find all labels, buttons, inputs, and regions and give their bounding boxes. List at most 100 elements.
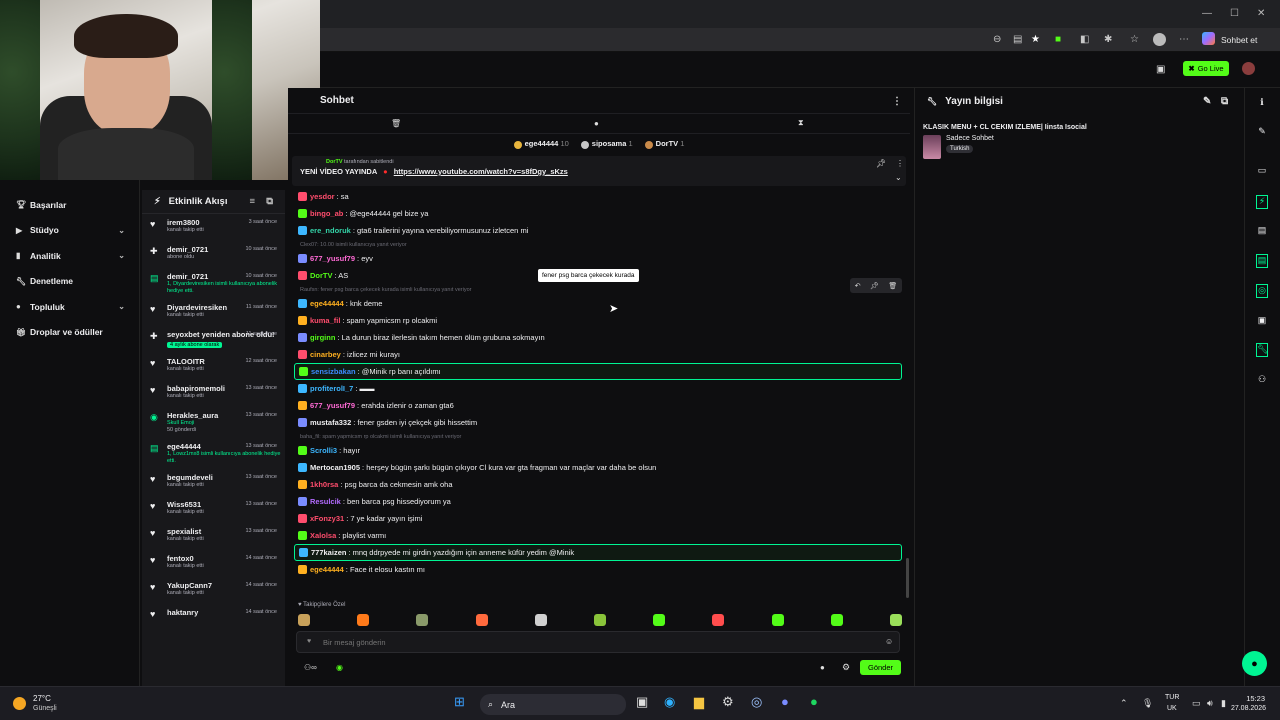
feed-item[interactable]: ◉ Herakles_aura Skull Emoji 50 gönderdi 13 s…	[142, 407, 285, 438]
screen-icon[interactable]: ▭	[1256, 165, 1268, 176]
chat-message[interactable]: Scrolli3: hayır	[288, 442, 910, 459]
bookmark-star-icon[interactable]: ★	[1031, 34, 1040, 45]
feed-item[interactable]: ▤ ege44444 1, Lowz1mx8 isimli kullanıcıya …	[142, 438, 285, 469]
emote[interactable]	[475, 614, 488, 626]
chat-message[interactable]: 677_yusuf79: eyv	[288, 250, 910, 267]
steam-icon[interactable]: ◎	[751, 694, 762, 710]
chat-message[interactable]: cinarbey: izlicez mi kurayı	[288, 346, 910, 363]
emote-picker-icon[interactable]: ♥	[307, 638, 311, 645]
lang-tur[interactable]: TUR	[1165, 694, 1179, 701]
nav-item-denetleme[interactable]: 🔧︎ Denetleme	[0, 269, 139, 295]
nav-item-analitik[interactable]: ▮ Analitik ⌄	[0, 243, 139, 269]
feed-item[interactable]: ▤ demir_0721 1, Diyardeviresiken isimli ku…	[142, 268, 285, 299]
emote[interactable]	[771, 614, 784, 626]
feed-item[interactable]: ♥ YakupCann7 kanalı takip etti 14 saat önce	[142, 577, 285, 604]
feed-item[interactable]: ♥ irem3800 kanalı takip etti 3 saat önce	[142, 214, 285, 241]
chat-input[interactable]	[323, 635, 863, 649]
chat-message[interactable]: 1kh0rsa: psg barca da cekmesin amk oha	[288, 476, 910, 493]
volume-icon[interactable]: 🔊︎	[1207, 698, 1213, 709]
support-chat-icon[interactable]: ●	[1242, 651, 1267, 676]
popout-icon[interactable]: ⧉	[266, 196, 273, 207]
chat-message[interactable]: mustafa332: fener gsden iyi çekçek gibi …	[288, 414, 910, 431]
chat-icon[interactable]: ●	[820, 663, 825, 672]
sohbet-et-button[interactable]: Sohbet et	[1221, 35, 1257, 45]
kick-coin-icon[interactable]: ◉	[336, 663, 343, 672]
feed-item[interactable]: ♥ babapiromemoli kanalı takip etti 13 saat …	[142, 380, 285, 407]
chat-message[interactable]: yesdor: sa	[288, 188, 910, 205]
feed-item[interactable]: ✚ seyoxbet yeniden abone oldu! 4 aylık abo…	[142, 326, 285, 353]
chat-message[interactable]: Resulcik: ben barca psg hissediyorum ya	[288, 493, 910, 510]
info-icon[interactable]: ℹ	[1256, 97, 1268, 108]
emoji-icon[interactable]: ☺	[885, 637, 893, 646]
chat-message[interactable]: Xalolsa: playlist varmı	[288, 527, 910, 544]
extension-icon[interactable]: ◧	[1080, 34, 1089, 45]
nav-item-studyo[interactable]: ▶ Stüdyo ⌄	[0, 218, 139, 244]
feed-item[interactable]: ♥ TALOOITR kanalı takip etti 12 saat önce	[142, 353, 285, 380]
weather-temp[interactable]: 27°C	[33, 694, 51, 703]
file-explorer-icon[interactable]: ▆	[694, 694, 704, 710]
chat-message[interactable]: sensizbakan: @Minik rp banı açıldımı	[294, 363, 902, 380]
spotify-icon[interactable]: ●	[810, 694, 818, 709]
clock-time[interactable]: 15:23	[1231, 694, 1265, 703]
go-live-button[interactable]: ✖ Go Live	[1183, 61, 1229, 76]
puzzle-icon[interactable]: ✱	[1104, 34, 1112, 45]
zoom-icon[interactable]: ⊖	[993, 34, 1001, 45]
emote[interactable]	[653, 614, 666, 626]
favorites-icon[interactable]: ☆	[1130, 34, 1139, 45]
emote[interactable]	[534, 614, 547, 626]
language-tag[interactable]: Turkish	[946, 145, 974, 153]
trash-icon[interactable]: 🗑︎	[391, 119, 401, 128]
emote[interactable]	[830, 614, 843, 626]
chat-scrollbar[interactable]	[906, 558, 909, 598]
chat-panel-icon[interactable]: ▤	[1256, 254, 1268, 268]
pen-icon[interactable]: ✎	[1256, 126, 1268, 137]
top-gifter[interactable]: DorTV 1	[644, 139, 684, 149]
nav-item-droplar[interactable]: 🎁︎ Droplar ve ödüller	[0, 320, 139, 346]
feed-item[interactable]: ♥ begumdeveli kanalı takip etti 13 saat önc…	[142, 469, 285, 496]
feed-item[interactable]: ♥ spexialist kanalı takip etti 13 saat önce	[142, 523, 285, 550]
discord-icon[interactable]: ●	[781, 694, 789, 709]
settings-gear-icon[interactable]: ⚙	[842, 662, 850, 673]
feed-item[interactable]: ♥ fentox0 kanalı takip etti 14 saat önce	[142, 550, 285, 577]
weather-desc[interactable]: Güneşli	[33, 705, 57, 712]
task-view-icon[interactable]: ▣	[636, 694, 648, 710]
taskbar-search[interactable]: ⌕ Ara	[480, 694, 626, 715]
emote[interactable]	[298, 614, 310, 626]
target-icon[interactable]: ◎	[1256, 284, 1268, 298]
mod-wrench-icon[interactable]: 🔧︎	[1256, 343, 1268, 357]
chat-message[interactable]: ege44444: Face it elosu kastın mı	[288, 561, 910, 576]
lang-uk[interactable]: UK	[1167, 705, 1177, 712]
nav-item-basarilar[interactable]: 🏆︎ Başarılar	[0, 192, 139, 218]
chat-message[interactable]: 677_yusuf79: erahda izlenir o zaman gta6	[288, 397, 910, 414]
reply-icon[interactable]: ↶	[855, 282, 861, 290]
profile-avatar[interactable]	[1153, 33, 1166, 46]
send-button[interactable]: Gönder	[860, 660, 901, 675]
emote[interactable]	[889, 614, 902, 626]
maximize-icon[interactable]: ☐	[1230, 8, 1239, 19]
top-gifter[interactable]: siposama 1	[580, 139, 633, 149]
feed-item[interactable]: ♥ Diyardeviresiken kanalı takip etti 11 saa…	[142, 299, 285, 326]
minimize-icon[interactable]: —	[1202, 8, 1212, 19]
pin-icon[interactable]: 📌︎	[870, 282, 879, 290]
kick-extension-icon[interactable]: ■	[1055, 34, 1061, 45]
mic-icon[interactable]: 🎙︎	[1142, 698, 1153, 709]
network-icon[interactable]: ▭	[1192, 698, 1201, 709]
filter-icon[interactable]: ≡	[249, 196, 255, 207]
feed-item[interactable]: ♥ Wiss6531 kanalı takip etti 13 saat önce	[142, 496, 285, 523]
category-name[interactable]: Sadece Sohbet	[946, 135, 994, 142]
windows-start-icon[interactable]: ⊞	[454, 694, 465, 710]
pinned-more-icon[interactable]: ⋮	[896, 159, 904, 168]
nav-item-topluluk[interactable]: ● Topluluk ⌄	[0, 294, 139, 320]
emote[interactable]	[712, 614, 725, 626]
chat-message[interactable]: ege44444: knk deme	[288, 295, 910, 312]
user-avatar[interactable]	[1242, 62, 1255, 75]
emote[interactable]	[357, 614, 370, 626]
activity-icon[interactable]: ⚡︎	[1256, 195, 1268, 209]
chat-message[interactable]: bingo_ab: @ege44444 gel bize ya	[288, 205, 910, 222]
chat-bubble-icon[interactable]: ●	[594, 119, 599, 128]
chat-more-icon[interactable]: ⋮	[892, 96, 902, 107]
chat-message[interactable]: kuma_fil: spam yapmicsm rp olcakmi	[288, 312, 910, 329]
emote[interactable]	[416, 614, 429, 626]
expand-pinned-icon[interactable]: ⌄	[895, 173, 902, 182]
top-gifter[interactable]: ege44444 10	[513, 139, 569, 149]
